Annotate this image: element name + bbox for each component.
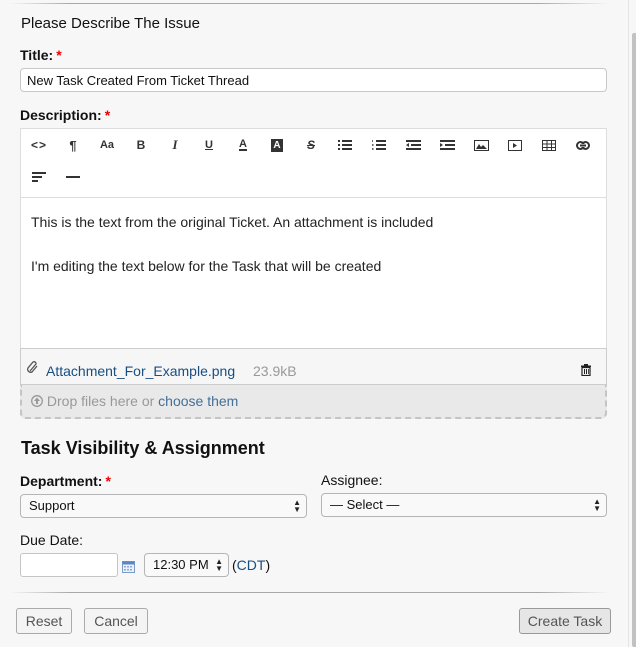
due-time-value: 12:30 PM	[153, 557, 209, 572]
insert-link-button[interactable]	[570, 134, 596, 156]
font-size-icon: Aa	[99, 139, 115, 151]
ordered-list-icon	[372, 140, 386, 150]
timezone: (CDT)	[232, 557, 271, 573]
strikethrough-button[interactable]: S	[298, 134, 324, 156]
choose-files-link[interactable]: choose them	[158, 393, 238, 409]
assignee-label: Assignee:	[321, 472, 383, 488]
editor-content[interactable]: This is the text from the original Ticke…	[31, 211, 433, 299]
image-icon	[473, 139, 489, 151]
due-date-label: Due Date:	[20, 532, 84, 548]
description-label: Description: *	[20, 107, 110, 123]
department-label-text: Department:	[20, 473, 103, 489]
file-dropzone[interactable]: Drop files here or choose them	[20, 385, 607, 419]
select-arrows-icon: ▲ ▼	[593, 497, 601, 513]
horizontal-rule-button[interactable]	[60, 166, 86, 188]
required-mark: *	[56, 47, 62, 63]
underline-icon: U	[205, 139, 213, 151]
editor-toolbar: <> ¶ Aa B I U A A S	[21, 129, 606, 198]
attachment-file-size: 23.9kB	[253, 363, 297, 379]
section-title: Please Describe The Issue	[21, 15, 200, 32]
department-selected-value: Support	[29, 498, 75, 513]
bold-button[interactable]: B	[128, 134, 154, 156]
top-divider	[10, 3, 610, 4]
dropzone-text: Drop files here or choose them	[31, 393, 238, 409]
font-color-icon: A	[239, 138, 247, 151]
ordered-list-button[interactable]	[366, 134, 392, 156]
select-arrows-icon: ▲ ▼	[293, 498, 301, 514]
assignee-select[interactable]: — Select — ▲ ▼	[321, 493, 607, 517]
pilcrow-icon: ¶	[69, 137, 77, 153]
assignee-selected-value: — Select —	[330, 497, 400, 512]
insert-table-button[interactable]	[536, 134, 562, 156]
indent-icon	[439, 140, 455, 150]
unordered-list-button[interactable]	[332, 134, 358, 156]
title-label-text: Title:	[20, 47, 54, 63]
editor-paragraph: This is the text from the original Ticke…	[31, 214, 434, 230]
assignment-heading: Task Visibility & Assignment	[21, 438, 265, 458]
select-arrows-icon: ▲ ▼	[215, 557, 223, 573]
title-input[interactable]	[20, 68, 607, 92]
create-task-button[interactable]: Create Task	[519, 608, 611, 634]
description-editor: <> ¶ Aa B I U A A S This is the text fro…	[20, 128, 607, 349]
background-color-button[interactable]: A	[264, 134, 290, 156]
alignment-button[interactable]	[26, 166, 52, 188]
html-source-button[interactable]: <>	[26, 134, 52, 156]
italic-button[interactable]: I	[162, 134, 188, 156]
outdent-icon	[405, 140, 421, 150]
table-icon	[542, 139, 556, 151]
cancel-button[interactable]: Cancel	[84, 608, 148, 634]
description-label-text: Description:	[20, 107, 102, 123]
required-mark: *	[105, 473, 111, 489]
font-color-button[interactable]: A	[230, 134, 256, 156]
department-select[interactable]: Support ▲ ▼	[20, 494, 307, 518]
indent-button[interactable]	[434, 134, 460, 156]
attachment-file-link[interactable]: Attachment_For_Example.png	[46, 363, 235, 379]
code-icon: <>	[30, 138, 47, 152]
timezone-link[interactable]: CDT	[237, 557, 266, 573]
title-label: Title: *	[20, 47, 62, 63]
bold-icon: B	[136, 138, 146, 152]
strikethrough-icon: S	[306, 138, 315, 152]
video-icon	[508, 139, 522, 151]
align-left-icon	[32, 172, 46, 182]
horizontal-rule-icon	[66, 176, 80, 178]
drop-files-text: Drop files here or	[46, 393, 155, 409]
insert-video-button[interactable]	[502, 134, 528, 156]
attachment-item: Attachment_For_Example.png 23.9kB	[21, 349, 606, 385]
insert-image-button[interactable]	[468, 134, 494, 156]
unordered-list-icon	[338, 140, 352, 150]
required-mark: *	[104, 107, 111, 123]
bottom-divider	[10, 592, 610, 593]
attachments-area: Attachment_For_Example.png 23.9kB Drop f…	[20, 348, 607, 419]
paperclip-icon	[27, 361, 38, 373]
department-label: Department: *	[20, 473, 111, 489]
reset-button[interactable]: Reset	[16, 608, 72, 634]
underline-button[interactable]: U	[196, 134, 222, 156]
italic-icon: I	[172, 137, 178, 152]
due-date-input[interactable]	[20, 553, 118, 577]
calendar-icon[interactable]	[122, 561, 135, 573]
due-time-select[interactable]: 12:30 PM ▲ ▼	[144, 553, 229, 577]
editor-paragraph: I'm editing the text below for the Task …	[31, 258, 382, 274]
scrollbar-thumb[interactable]	[632, 33, 636, 647]
background-color-icon: A	[271, 138, 283, 152]
paragraph-format-button[interactable]: ¶	[60, 134, 86, 156]
link-icon	[576, 140, 590, 150]
upload-icon	[31, 395, 43, 407]
font-size-button[interactable]: Aa	[94, 134, 120, 156]
outdent-button[interactable]	[400, 134, 426, 156]
trash-icon[interactable]	[581, 364, 591, 376]
